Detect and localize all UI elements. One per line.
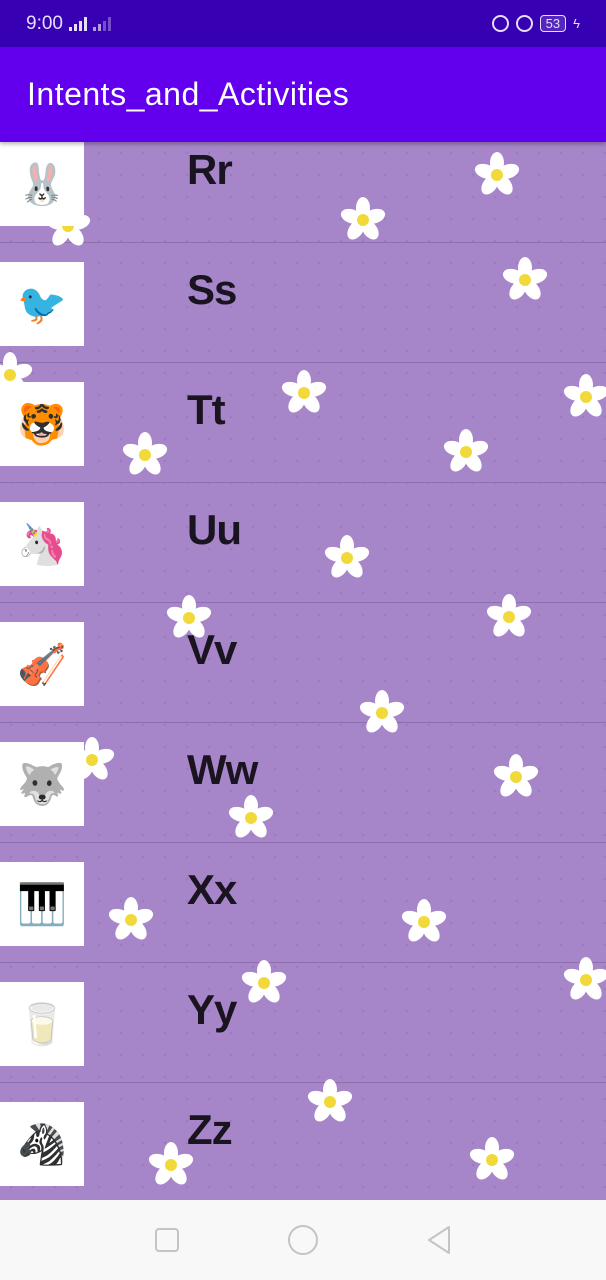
- battery-icon: 53: [539, 15, 567, 32]
- letter-label: Ss: [187, 266, 237, 313]
- yogurt-image: 🥛: [0, 982, 84, 1066]
- letter-label: Rr: [187, 146, 233, 193]
- recents-button[interactable]: [153, 1226, 181, 1254]
- rabbit-image: 🐰: [0, 142, 84, 226]
- letter-label: Xx: [187, 866, 237, 913]
- list-item[interactable]: 🥛 Yy: [0, 963, 606, 1083]
- list-item[interactable]: 🦄 Uu: [0, 483, 606, 603]
- flower-icon: [492, 753, 540, 801]
- app-bar: Intents_and_Activities: [0, 47, 606, 142]
- flower-icon: [400, 898, 448, 946]
- flower-icon: [339, 196, 387, 244]
- sparrows-image: 🐦: [0, 262, 84, 346]
- letter-label: Vv: [187, 626, 237, 673]
- status-bar: 9:00 53 ϟ: [0, 0, 606, 47]
- flower-icon: [227, 794, 275, 842]
- alarm-icon: [515, 15, 533, 32]
- alphabet-list[interactable]: 🐰 Rr 🐦 Ss 🐯 Tt 🦄 Uu 🎻 Vv 🐺 Ww 🎹 Xx 🥛 Yy 🦓 Zz: [0, 142, 606, 1200]
- flower-icon: [562, 373, 606, 421]
- flower-icon: [485, 593, 533, 641]
- flower-icon: [323, 534, 371, 582]
- zebra-image: 🦓: [0, 1102, 84, 1186]
- flower-icon: [280, 369, 328, 417]
- flower-icon: [442, 428, 490, 476]
- flower-icon: [107, 896, 155, 944]
- violin-image: 🎻: [0, 622, 84, 706]
- tiger-image: 🐯: [0, 382, 84, 466]
- list-item[interactable]: 🎹 Xx: [0, 843, 606, 963]
- wolf-image: 🐺: [0, 742, 84, 826]
- flower-icon: [473, 151, 521, 199]
- letter-label: Ww: [187, 746, 258, 793]
- flower-icon: [562, 956, 606, 1004]
- xylophone-image: 🎹: [0, 862, 84, 946]
- signal-icon: [92, 16, 111, 31]
- unicorn-image: 🦄: [0, 502, 84, 586]
- letter-label: Zz: [187, 1106, 233, 1153]
- flower-icon: [121, 431, 169, 479]
- rotation-lock-icon: [491, 15, 509, 32]
- flower-icon: [468, 1136, 516, 1184]
- charging-icon: ϟ: [573, 16, 580, 31]
- clock: 9:00: [26, 12, 63, 34]
- letter-label: Yy: [187, 986, 237, 1033]
- back-button[interactable]: [425, 1224, 453, 1256]
- home-button[interactable]: [287, 1224, 319, 1256]
- flower-icon: [358, 689, 406, 737]
- letter-label: Tt: [187, 386, 226, 433]
- letter-label: Uu: [187, 506, 242, 553]
- flower-icon: [240, 959, 288, 1007]
- flower-icon: [501, 256, 549, 304]
- app-title: Intents_and_Activities: [27, 76, 350, 112]
- navigation-bar: [0, 1200, 606, 1280]
- signal-icon: [68, 16, 87, 31]
- flower-icon: [306, 1078, 354, 1126]
